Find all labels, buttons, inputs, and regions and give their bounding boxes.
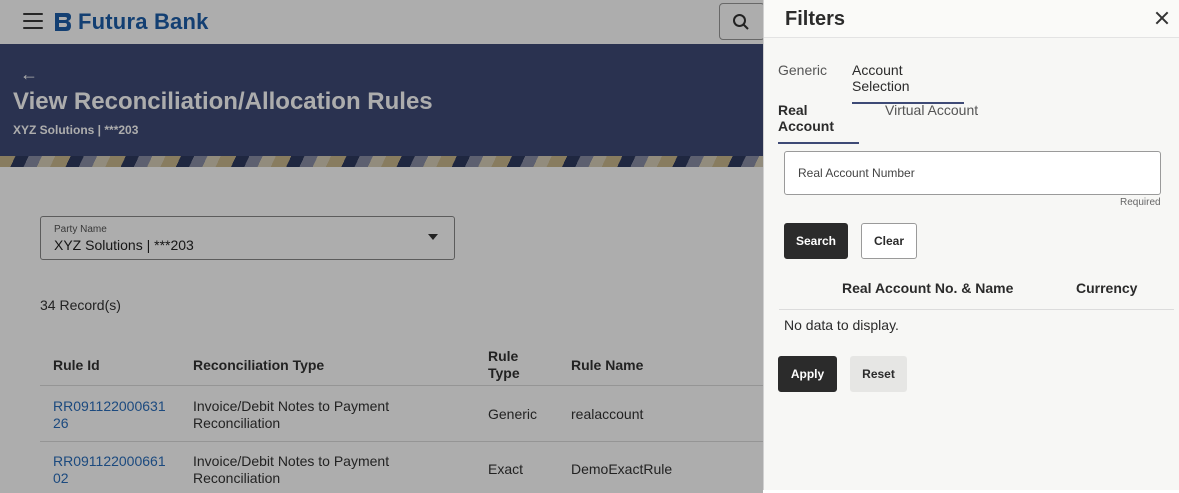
tab-generic[interactable]: Generic	[778, 62, 827, 86]
table-divider	[779, 309, 1174, 310]
apply-button[interactable]: Apply	[778, 356, 837, 392]
real-account-number-input[interactable]	[785, 152, 1160, 194]
empty-state-text: No data to display.	[784, 317, 899, 333]
drawer-title: Filters	[785, 8, 846, 30]
close-icon[interactable]	[1154, 10, 1170, 26]
clear-button[interactable]: Clear	[861, 223, 917, 259]
required-hint: Required	[1120, 197, 1161, 208]
modal-backdrop[interactable]	[0, 0, 763, 493]
subtab-real-account[interactable]: Real Account	[778, 102, 859, 144]
subtab-virtual-account[interactable]: Virtual Account	[885, 102, 978, 126]
filters-drawer: Filters Generic Account Selection Real A…	[763, 0, 1179, 490]
search-button[interactable]: Search	[784, 223, 848, 259]
reset-button[interactable]: Reset	[850, 356, 907, 392]
tab-account-selection[interactable]: Account Selection	[852, 62, 964, 104]
col-header-currency: Currency	[1076, 280, 1138, 296]
real-account-number-field[interactable]	[784, 151, 1161, 195]
col-header-account-name: Real Account No. & Name	[842, 280, 1014, 296]
drawer-header: Filters	[764, 0, 1179, 38]
